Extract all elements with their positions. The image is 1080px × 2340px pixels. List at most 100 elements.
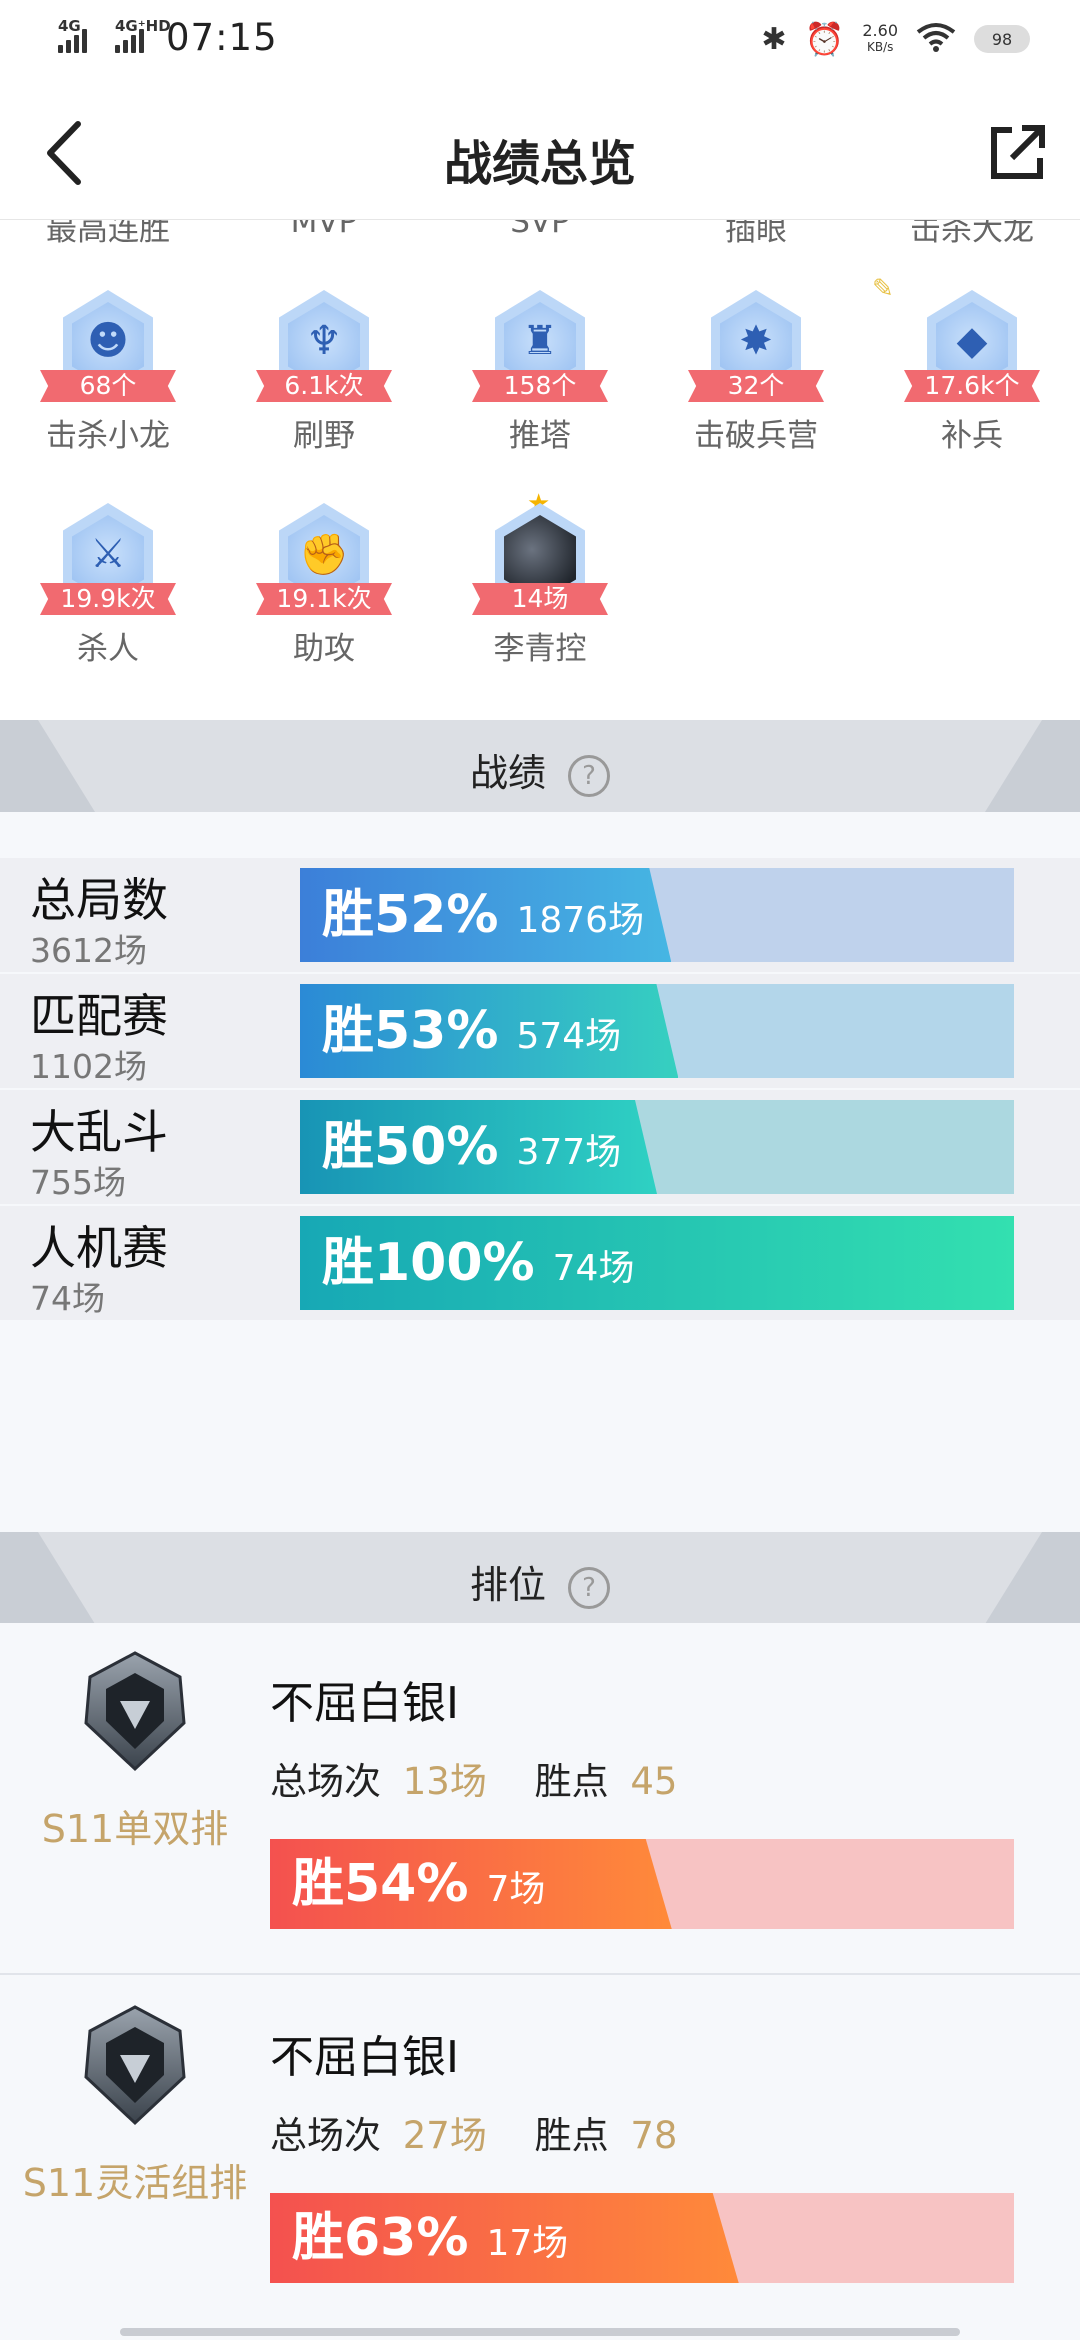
badge-barracks[interactable]: ✸ 32个 击破兵营: [648, 290, 864, 500]
win-rate-label: 胜100%: [322, 1233, 535, 1293]
badge-jungle[interactable]: ♆ 6.1k次 刷野: [216, 290, 432, 500]
section-title: 战绩: [469, 751, 546, 795]
stat-row-bots[interactable]: 人机赛 74场 胜100% 74场: [0, 1206, 1080, 1320]
barracks-icon: ✸: [739, 318, 773, 364]
bluetooth-icon: ✱: [761, 21, 787, 57]
share-button[interactable]: [984, 120, 1050, 186]
wifi-icon: [916, 22, 956, 56]
signal-icon-sim1: 4G: [58, 17, 87, 53]
badge-count: 19.1k次: [256, 583, 392, 615]
rank-win-bar: 胜63% 17场: [270, 2193, 1014, 2283]
achievement-label: 击杀大龙: [910, 220, 1034, 248]
rank-meta: 总场次 13场 胜点 45: [270, 1751, 677, 1805]
network-speed: 2.60 KB/s: [862, 23, 898, 55]
stats-section-header: 战绩?: [0, 720, 1080, 812]
total-value: 13场: [402, 1760, 487, 1803]
win-rate-bar: 胜52% 1876场: [300, 868, 1014, 962]
stat-count: 1102场: [30, 1047, 147, 1086]
points-label: 胜点: [534, 1760, 609, 1803]
stat-name: 总局数: [30, 873, 168, 927]
badge-count: 68个: [40, 370, 176, 402]
rank-season: S11单双排: [41, 1807, 229, 1851]
badge-kills[interactable]: ⚔ 19.9k次 杀人: [0, 503, 216, 713]
rank-meta: 总场次 27场 胜点 78: [270, 2105, 677, 2159]
achievement-label: 最高连胜: [46, 220, 170, 248]
assist-icon: ✊: [299, 532, 349, 578]
pin-icon: ✎: [872, 274, 894, 304]
badge-dragon-kills[interactable]: ☻ 68个 击杀小龙: [0, 290, 216, 500]
badge-label: 击杀小龙: [46, 418, 170, 454]
rank-entry-solo[interactable]: S11单双排 不屈白银I 总场次 13场 胜点 45 胜54% 7场: [0, 1623, 1080, 1973]
share-icon: [991, 125, 1045, 179]
stat-row-total[interactable]: 总局数 3612场 胜52% 1876场: [0, 858, 1080, 972]
badge-label: 推塔: [509, 418, 571, 454]
badge-label: 杀人: [77, 631, 139, 667]
badge-count: 158个: [472, 370, 608, 402]
win-rate-label: 胜54%: [292, 1854, 469, 1914]
badge-count: 6.1k次: [256, 370, 392, 402]
total-label: 总场次: [270, 2114, 381, 2157]
points-value: 45: [630, 1760, 678, 1803]
signal-icon-sim2: 4G⁺HD: [115, 17, 171, 53]
help-icon[interactable]: ?: [568, 754, 610, 797]
app-header: 战绩总览: [0, 86, 1080, 220]
status-bar: 4G 4G⁺HD 07:15 ✱ ⏰ 2.60 KB/s 98: [0, 0, 1080, 86]
stat-count: 3612场: [30, 931, 147, 970]
win-rate-label: 胜63%: [292, 2208, 469, 2268]
badge-count: 19.9k次: [40, 583, 176, 615]
badge-label: 李青控: [493, 631, 587, 667]
win-rate-label: 胜50%: [322, 1117, 499, 1177]
badge-champion[interactable]: ★ 14场 李青控: [432, 489, 648, 713]
wins-count: 74场: [552, 1248, 635, 1289]
wins-count: 7场: [486, 1869, 546, 1910]
achievement-label: MVP: [290, 220, 358, 240]
rank-season: S11灵活组排: [22, 2161, 248, 2205]
sim2-label: 4G⁺HD: [115, 16, 171, 35]
scrollbar[interactable]: [120, 2328, 960, 2336]
badge-count: 32个: [688, 370, 824, 402]
wins-count: 1876场: [516, 900, 645, 941]
kill-icon: ⚔: [90, 531, 126, 577]
silver-rank-emblem-icon: [84, 1651, 186, 1772]
badge-count: 17.6k个: [904, 370, 1040, 402]
tower-icon: ♜: [522, 318, 558, 364]
badge-label: 刷野: [293, 418, 355, 454]
badge-count: 14场: [472, 583, 608, 615]
rank-win-bar: 胜54% 7场: [270, 1839, 1014, 1929]
wins-count: 574场: [516, 1016, 622, 1057]
total-value: 27场: [402, 2114, 487, 2157]
points-label: 胜点: [534, 2114, 609, 2157]
total-label: 总场次: [270, 1760, 381, 1803]
points-value: 78: [630, 2114, 678, 2157]
win-rate-bar: 胜53% 574场: [300, 984, 1014, 1078]
minion-icon: ◆: [956, 318, 988, 364]
win-rate-label: 胜53%: [322, 1001, 499, 1061]
badge-minions[interactable]: ✎ ◆ 17.6k个 补兵: [864, 274, 1080, 500]
help-icon[interactable]: ?: [568, 1566, 610, 1609]
stat-row-match[interactable]: 匹配赛 1102场 胜53% 574场: [0, 974, 1080, 1088]
stat-row-aram[interactable]: 大乱斗 755场 胜50% 377场: [0, 1090, 1080, 1204]
win-rate-label: 胜52%: [322, 885, 499, 945]
rank-list: S11单双排 不屈白银I 总场次 13场 胜点 45 胜54% 7场 S11灵活组…: [0, 1623, 1080, 2340]
stat-name: 人机赛: [30, 1221, 168, 1275]
section-title: 排位: [469, 1563, 546, 1607]
rank-entry-flex[interactable]: S11灵活组排 不屈白银I 总场次 27场 胜点 78 胜63% 17场: [0, 1977, 1080, 2327]
speed-unit: KB/s: [866, 40, 894, 54]
sim1-label: 4G: [58, 16, 81, 35]
achievements-grid: 最高连胜 MVP SVP 插眼 击杀大龙 ☻ 68个 击杀小龙 ♆ 6.1k次 …: [0, 220, 1080, 720]
dragon-icon: ☻: [87, 318, 129, 364]
badge-assists[interactable]: ✊ 19.1k次 助攻: [216, 503, 432, 713]
page-title: 战绩总览: [443, 136, 636, 192]
wins-count: 17场: [486, 2223, 569, 2264]
stat-name: 匹配赛: [30, 989, 168, 1043]
achievement-label: SVP: [510, 220, 570, 240]
stat-count: 74场: [30, 1279, 105, 1318]
wins-count: 377场: [516, 1132, 622, 1173]
jungle-icon: ♆: [306, 318, 342, 364]
rank-section-header: 排位?: [0, 1532, 1080, 1624]
speed-value: 2.60: [862, 21, 898, 40]
achievement-label: 插眼: [725, 220, 787, 248]
badge-label: 助攻: [293, 631, 355, 667]
rank-tier: 不屈白银I: [270, 2032, 459, 2083]
badge-towers[interactable]: ♜ 158个 推塔: [432, 290, 648, 500]
